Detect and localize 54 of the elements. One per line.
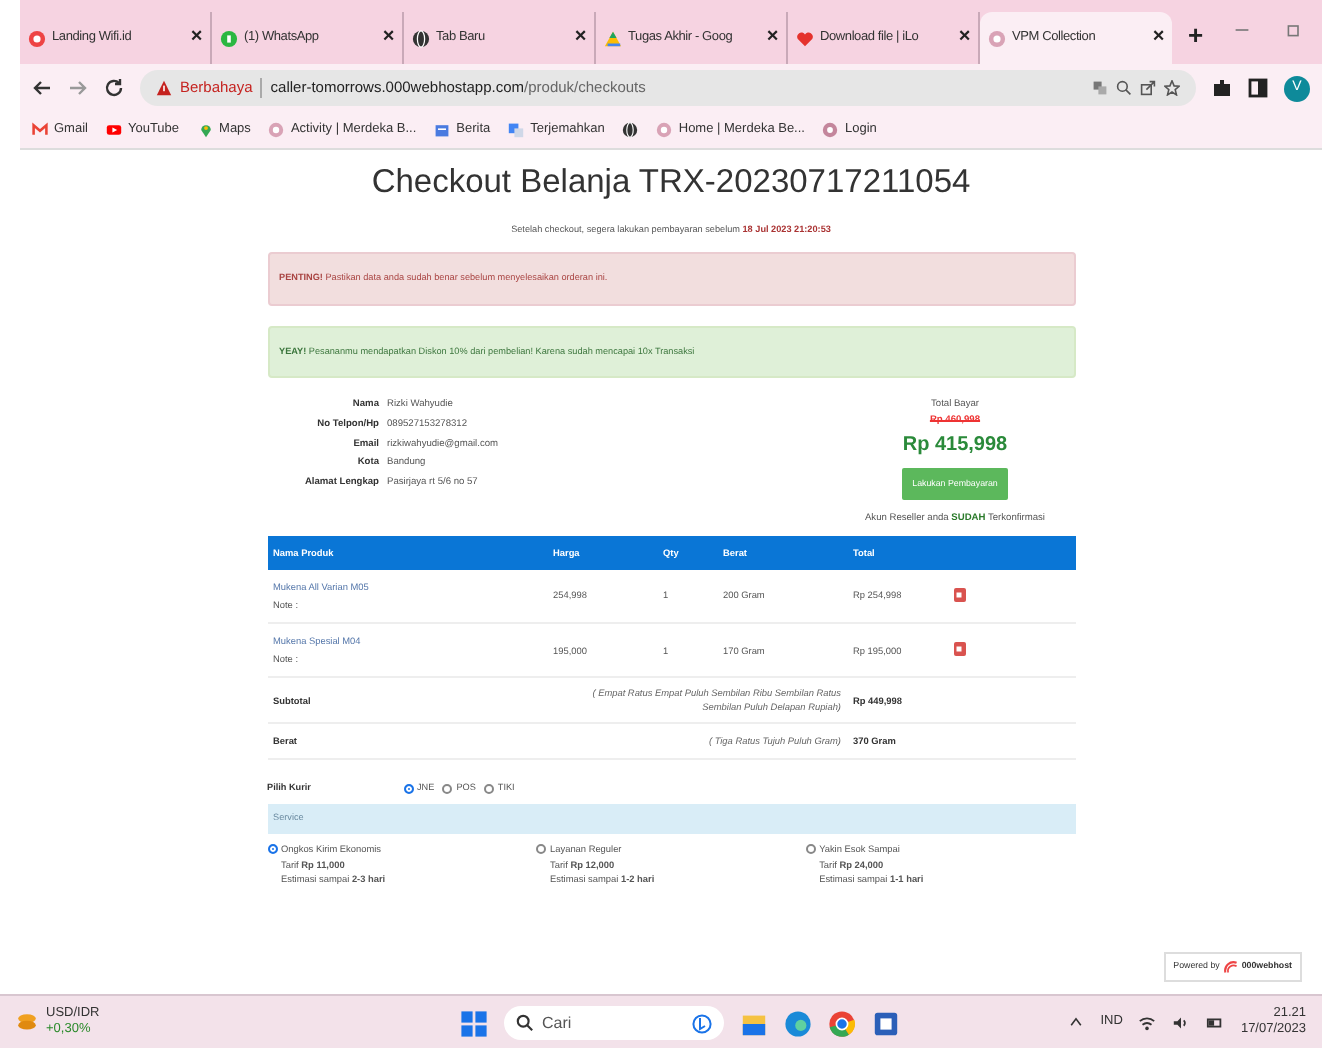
reload-icon[interactable] [104,78,124,98]
wifi-icon [28,29,46,47]
back-icon[interactable] [32,78,52,98]
chat-icon [220,29,238,47]
radio-button[interactable] [805,844,816,855]
play-icon [105,122,122,138]
site-icon [822,122,839,138]
page-title: Checkout Belanja TRX-20230717211054 [369,162,973,204]
volume-icon[interactable] [1172,1013,1191,1031]
triangle-icon [604,29,622,47]
close-button[interactable]: × [1152,28,1164,48]
radio-button[interactable] [267,844,277,855]
globe-icon[interactable] [622,122,639,138]
radio-button[interactable] [536,844,547,855]
radio-button[interactable] [442,784,453,795]
warning-icon [156,80,172,96]
sidebar-icon[interactable] [1248,78,1268,98]
map-pin-icon [197,122,214,138]
zoom-icon[interactable] [1116,80,1132,96]
search-field[interactable]: Cari [504,1006,724,1040]
coins-icon [16,1011,38,1033]
news-icon [434,122,451,138]
total-amount: Rp 415,998 [902,431,1008,460]
restore-icon[interactable] [1286,22,1302,38]
mail-icon [32,122,48,138]
wifi-icon[interactable] [1138,1013,1157,1031]
close-button[interactable]: × [574,28,586,48]
star-icon[interactable] [1164,80,1180,96]
search-icon [516,1014,534,1032]
close-button[interactable]: × [958,28,970,48]
delete-button[interactable] [953,642,965,657]
forward-icon[interactable] [68,78,88,98]
chrome-icon[interactable] [828,1009,856,1037]
site-icon [268,122,285,138]
radio-button[interactable] [483,784,494,795]
chevron-up-icon[interactable] [1068,1014,1085,1030]
heart-icon [796,29,814,47]
logo-icon [1223,960,1238,974]
site-icon [656,122,673,138]
translate-icon[interactable] [1092,80,1108,96]
site-icon [988,29,1006,47]
close-button[interactable]: × [382,28,394,48]
trash-icon [954,644,964,655]
globe-icon [412,29,430,47]
share-icon[interactable] [1140,80,1156,96]
close-button[interactable]: × [766,28,778,48]
close-button[interactable]: × [190,28,202,48]
battery-icon[interactable] [1206,1013,1225,1031]
start-icon[interactable] [460,1009,488,1037]
delete-button[interactable] [953,587,965,602]
translate-icon [508,122,525,138]
trash-icon [954,589,964,600]
radio-button[interactable] [403,784,413,795]
new-tab-button[interactable]: + [1188,22,1204,48]
